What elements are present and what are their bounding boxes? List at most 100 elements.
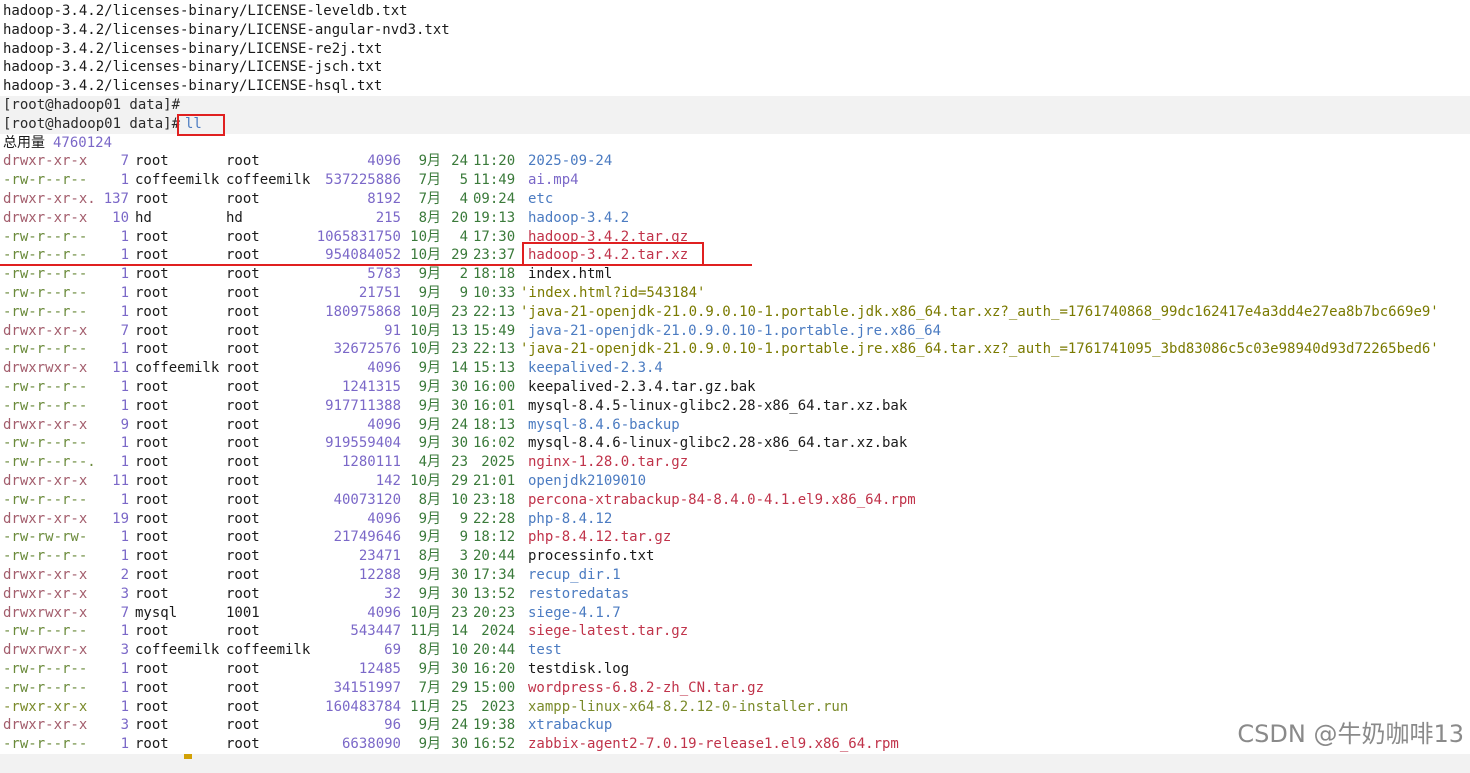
entry-links: 9: [120, 416, 129, 433]
command-highlight-box: [177, 113, 225, 136]
entry-links: 1: [120, 228, 129, 245]
entry-day: 20: [451, 209, 468, 226]
entry-group: root: [226, 247, 260, 264]
entry-day: 9: [459, 529, 468, 546]
entry-owner: coffeemilk: [135, 360, 220, 377]
entry-links: 1: [120, 379, 129, 395]
entry-permissions: -rw-r--r--: [3, 266, 88, 283]
entry-day: 14: [451, 360, 468, 377]
entry-permissions: drwxr-xr-x: [3, 510, 88, 527]
entry-owner: root: [135, 322, 169, 339]
entry-permissions: -rw-r--r--: [3, 303, 88, 320]
entry-permissions: -rw-rw-rw-: [3, 529, 88, 546]
entry-month: 9月: [418, 397, 441, 414]
entry-permissions: drwxr-xr-x: [3, 209, 88, 226]
entry-group: hd: [226, 209, 243, 226]
entry-day: 23: [451, 604, 468, 621]
entry-day: 30: [451, 585, 468, 602]
entry-name: xampp-linux-x64-8.2.12-0-installer.run: [528, 698, 849, 715]
entry-group: root: [226, 303, 260, 320]
entry-name: percona-xtrabackup-84-8.4.0-4.1.el9.x86_…: [528, 491, 916, 508]
entry-links: 10: [112, 209, 129, 226]
entry-owner: root: [135, 736, 169, 753]
entry-links: 7: [120, 153, 129, 170]
entry-permissions: -rw-r--r--: [3, 736, 88, 753]
entry-permissions: -rw-r--r--: [3, 491, 88, 508]
entry-links: 1: [120, 698, 129, 715]
entry-name: recup_dir.1: [528, 567, 621, 583]
entry-day: 4: [459, 228, 468, 245]
entry-owner: root: [135, 454, 169, 471]
entry-links: 1: [120, 341, 129, 358]
entry-name: 'index.html?id=543184': [520, 285, 706, 301]
entry-month: 7月: [418, 191, 441, 207]
entry-name: mysql-8.4.6-backup: [528, 416, 680, 433]
entry-month: 4月: [418, 454, 441, 471]
entry-size: 32: [384, 585, 401, 602]
entry-permissions: drwxr-xr-x: [3, 322, 88, 339]
entry-name: php-8.4.12.tar.gz: [528, 529, 672, 546]
entry-links: 1: [120, 491, 129, 508]
entry-name: keepalived-2.3.4.tar.gz.bak: [528, 379, 756, 395]
entry-name: index.html: [528, 266, 613, 283]
entry-size: 1241315: [341, 379, 401, 395]
entry-name: mysql-8.4.5-linux-glibc2.28-x86_64.tar.x…: [528, 397, 908, 414]
terminal-window[interactable]: hadoop-3.4.2/licenses-binary/LICENSE-lev…: [0, 0, 1470, 773]
entry-permissions: -rw-r--r--: [3, 548, 88, 565]
entry-size: 91: [384, 322, 401, 339]
entry-owner: root: [135, 473, 169, 489]
entry-owner: root: [135, 698, 169, 715]
entry-size: 1280111: [341, 454, 401, 471]
entry-month: 10月: [410, 341, 441, 358]
entry-size: 4096: [367, 510, 401, 527]
entry-day: 5: [459, 172, 468, 189]
entry-day: 24: [451, 416, 468, 433]
entry-permissions: drwxrwxr-x: [3, 360, 88, 377]
entry-size: 96: [384, 717, 401, 734]
entry-month: 11月: [410, 698, 441, 715]
entry-name: mysql-8.4.6-linux-glibc2.28-x86_64.tar.x…: [528, 435, 908, 452]
entry-permissions: drwxr-xr-x: [3, 567, 88, 583]
entry-month: 7月: [418, 172, 441, 189]
entry-name: siege-4.1.7: [528, 604, 621, 621]
entry-owner: root: [135, 397, 169, 414]
entry-links: 1: [120, 661, 129, 677]
entry-group: root: [226, 661, 260, 677]
entry-month: 8月: [418, 642, 441, 659]
entry-group: root: [226, 473, 260, 489]
entry-size: 21749646: [333, 529, 401, 546]
entry-owner: root: [135, 416, 169, 433]
entry-time: 16:01: [473, 397, 516, 414]
entry-group: 1001: [226, 604, 260, 621]
entry-time: 23:18: [473, 491, 516, 508]
entry-time: 20:23: [473, 604, 516, 621]
entry-permissions: -rw-r--r--.: [3, 454, 96, 471]
entry-month: 9月: [418, 567, 441, 583]
output-text: hadoop-3.4.2/licenses-binary/LICENSE-lev…: [3, 3, 408, 19]
entry-size: 954084052: [325, 247, 401, 264]
entry-permissions: -rw-r--r--: [3, 341, 88, 358]
entry-links: 1: [120, 679, 129, 696]
entry-name: xtrabackup: [528, 717, 613, 734]
entry-day: 14: [451, 623, 468, 640]
entry-links: 3: [120, 585, 129, 602]
entry-day: 10: [451, 642, 468, 659]
entry-day: 30: [451, 661, 468, 677]
entry-day: 24: [451, 153, 468, 170]
entry-time: 09:24: [473, 191, 516, 207]
entry-month: 9月: [418, 529, 441, 546]
entry-size: 12288: [358, 567, 401, 583]
entry-owner: coffeemilk: [135, 172, 220, 189]
entry-permissions: -rw-r--r--: [3, 247, 88, 264]
entry-permissions: drwxr-xr-x.: [3, 191, 96, 207]
entry-links: 1: [120, 454, 129, 471]
entry-time: 22:13: [473, 303, 516, 320]
entry-size: 537225886: [325, 172, 401, 189]
entry-size: 34151997: [333, 679, 401, 696]
entry-group: root: [226, 529, 260, 546]
entry-day: 4: [459, 191, 468, 207]
entry-permissions: -rw-r--r--: [3, 379, 88, 395]
entry-permissions: -rw-r--r--: [3, 679, 88, 696]
entry-name: siege-latest.tar.gz: [528, 623, 689, 640]
entry-month: 9月: [418, 266, 441, 283]
